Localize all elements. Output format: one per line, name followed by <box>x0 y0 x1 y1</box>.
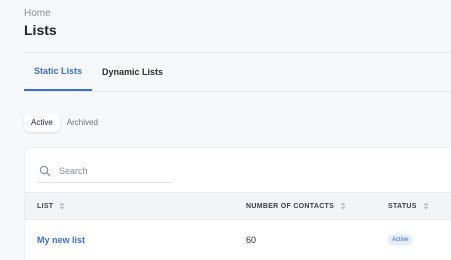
column-header-label: LIST <box>37 202 54 210</box>
tab-dynamic-lists[interactable]: Dynamic Lists <box>92 53 173 91</box>
filter-active[interactable]: Active <box>24 113 60 132</box>
lists-page: Home Lists Static Lists Dynamic Lists Ac… <box>0 0 451 260</box>
sort-icon[interactable] <box>423 202 429 210</box>
lists-table-card: LIST NUMBER OF CONTACTS STATUS <box>24 147 451 260</box>
column-header-label: STATUS <box>388 202 417 210</box>
search-icon <box>39 165 51 177</box>
sort-icon[interactable] <box>59 202 65 210</box>
table-header: LIST NUMBER OF CONTACTS STATUS <box>25 192 451 220</box>
tab-static-lists[interactable]: Static Lists <box>24 53 93 91</box>
list-name-link[interactable]: My new list <box>37 235 85 245</box>
list-name-cell: My new list <box>37 219 85 260</box>
column-header-label: NUMBER OF CONTACTS <box>246 202 335 210</box>
contacts-count: 60 <box>246 235 257 245</box>
breadcrumb[interactable]: Home <box>24 8 51 19</box>
status-badge: Active <box>388 235 413 245</box>
divider <box>24 91 451 92</box>
filter-archived[interactable]: Archived <box>60 113 105 132</box>
search-input[interactable] <box>59 166 169 176</box>
status-filter: Active Archived <box>24 113 105 132</box>
column-header-status[interactable]: STATUS <box>388 193 429 219</box>
page-title: Lists <box>24 22 57 38</box>
sort-icon[interactable] <box>340 202 346 210</box>
table-row: My new list 60 Active <box>25 219 451 260</box>
list-type-tabs: Static Lists Dynamic Lists <box>24 53 173 91</box>
status-cell: Active <box>388 219 413 260</box>
column-header-list[interactable]: LIST <box>37 193 65 219</box>
column-header-contacts[interactable]: NUMBER OF CONTACTS <box>246 193 346 219</box>
search-box <box>37 160 173 183</box>
